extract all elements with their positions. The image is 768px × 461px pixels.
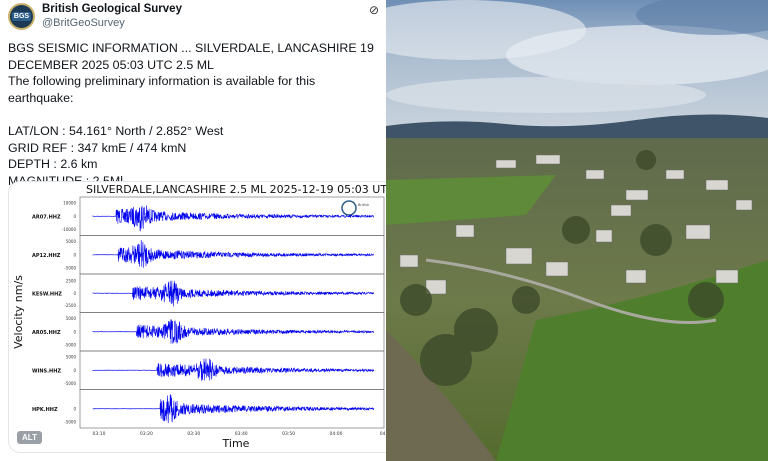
x-tick-label: 03:10 [93,431,106,437]
seismic-trace [93,359,374,381]
aerial-photo-silverdale [386,0,768,461]
y-tick-label: -5000 [64,343,76,348]
station-label: WINS.HHZ [32,368,61,374]
y-tick-label: 0 [73,291,76,296]
y-tick-label: -5000 [64,266,76,271]
y-tick-label: 10000 [63,200,76,205]
y-tick-label: 5000 [66,239,77,244]
y-tick-label: 5000 [66,316,77,321]
y-tick-label: 0 [73,214,76,219]
x-tick-label: 03:30 [187,431,200,437]
alt-badge[interactable]: ALT [17,431,42,444]
bgs-logo-icon [342,201,356,215]
x-tick-label: 03:40 [235,431,248,437]
post-panel: BGS British Geological Survey @BritGeoSu… [0,0,386,461]
bgs-logo-text: British [358,203,369,207]
seismic-trace [93,319,374,344]
station-label: AP12.HHZ [32,253,61,259]
y-tick-label: 2500 [66,278,77,283]
y-tick-label: -5000 [64,420,76,425]
seismic-trace [93,206,374,231]
y-tick-label: 0 [73,406,76,411]
chart-title: SILVERDALE,LANCASHIRE 2.5 ML 2025-12-19 … [86,183,386,196]
y-tick-label: -10000 [62,227,77,232]
y-tick-label: -5000 [64,381,76,386]
x-tick-label: 03:50 [282,431,295,437]
seismogram-chart: SILVERDALE,LANCASHIRE 2.5 ML 2025-12-19 … [0,0,386,461]
y-tick-label: 5000 [66,354,77,359]
y-tick-label: 0 [73,368,76,373]
seismic-trace [93,281,374,307]
x-tick-label: 03:20 [140,431,153,437]
station-label: KESW.HHZ [32,291,62,297]
station-label: HPK.HHZ [32,407,58,413]
station-label: AR05.HHZ [32,330,61,336]
y-tick-label: 0 [73,329,76,334]
seismic-trace [93,394,374,423]
x-axis-label: Time [222,437,250,450]
y-tick-label: 0 [73,252,76,257]
village-photo [386,0,768,461]
y-tick-label: -2500 [64,303,76,308]
x-tick-label: 04:00 [330,431,343,437]
y-axis-label: Velocity nm/s [12,275,25,349]
station-label: AR07.HHZ [32,214,61,220]
seismic-trace [93,240,374,268]
